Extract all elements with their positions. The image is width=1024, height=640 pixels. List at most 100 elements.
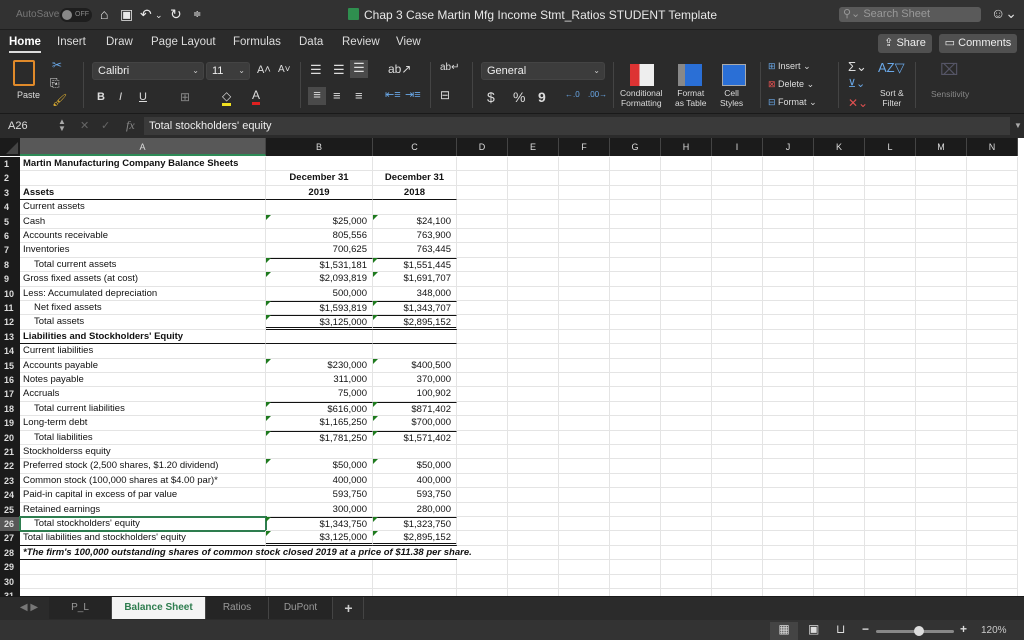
cell-h19[interactable]	[661, 416, 712, 431]
cell-g27[interactable]	[610, 531, 661, 546]
cell-g12[interactable]	[610, 315, 661, 330]
cell-l15[interactable]	[865, 358, 916, 373]
cell-l29[interactable]	[865, 560, 916, 575]
cell-b24[interactable]: 593,750	[266, 488, 373, 503]
cell-e26[interactable]	[508, 517, 559, 532]
cell-k5[interactable]	[814, 214, 865, 229]
error-indicator-icon[interactable]	[373, 214, 378, 220]
cell-d9[interactable]	[457, 272, 508, 287]
cell-h12[interactable]	[661, 315, 712, 330]
tab-formulas[interactable]: Formulas	[233, 36, 281, 48]
row-header[interactable]: 22	[0, 459, 20, 474]
cell-c19[interactable]: $700,000	[373, 416, 457, 431]
column-header-j[interactable]: J	[763, 138, 814, 156]
cell-a4[interactable]: Current assets	[20, 200, 266, 215]
cell-f21[interactable]	[559, 445, 610, 460]
cell-c23[interactable]: 400,000	[373, 473, 457, 489]
cell-m29[interactable]	[916, 560, 967, 575]
cell-m6[interactable]	[916, 229, 967, 244]
cell-c21[interactable]	[373, 445, 457, 460]
error-indicator-icon[interactable]	[266, 416, 271, 422]
cell-g24[interactable]	[610, 488, 661, 503]
sheet-tab-p-l[interactable]: P_L	[49, 597, 112, 619]
cell-l21[interactable]	[865, 445, 916, 460]
cell-f25[interactable]	[559, 502, 610, 517]
cell-n28[interactable]	[967, 545, 1018, 561]
row-header[interactable]: 6	[0, 229, 20, 244]
wrap-text-icon[interactable]: ab↵	[440, 62, 460, 73]
cell-l10[interactable]	[865, 286, 916, 301]
cell-a26[interactable]: Total stockholders' equity	[19, 515, 267, 533]
cell-e31[interactable]	[508, 589, 559, 596]
add-sheet-button[interactable]: +	[334, 597, 364, 619]
cell-a29[interactable]	[20, 560, 266, 575]
cell-c31[interactable]	[373, 589, 457, 596]
tab-page-layout[interactable]: Page Layout	[151, 36, 216, 48]
cell-f7[interactable]	[559, 243, 610, 258]
cell-g1[interactable]	[610, 157, 661, 172]
cell-e11[interactable]	[508, 301, 559, 316]
cell-n7[interactable]	[967, 243, 1018, 258]
cell-i8[interactable]	[712, 257, 763, 273]
cell-d7[interactable]	[457, 243, 508, 258]
format-as-table-icon[interactable]	[678, 64, 702, 86]
cell-h24[interactable]	[661, 488, 712, 503]
cell-c29[interactable]	[373, 560, 457, 575]
cell-g28[interactable]	[610, 545, 661, 561]
cell-l7[interactable]	[865, 243, 916, 258]
row-header[interactable]: 25	[0, 502, 20, 517]
row-header[interactable]: 2	[0, 171, 20, 186]
cell-l28[interactable]	[865, 545, 916, 561]
column-header-l[interactable]: L	[865, 138, 916, 156]
cell-h23[interactable]	[661, 473, 712, 489]
cell-l8[interactable]	[865, 257, 916, 273]
cell-j6[interactable]	[763, 229, 814, 244]
cell-f16[interactable]	[559, 373, 610, 388]
cell-n23[interactable]	[967, 473, 1018, 489]
autosave-toggle[interactable]: OFF	[60, 8, 92, 22]
cell-j17[interactable]	[763, 387, 814, 402]
align-right-icon[interactable]: ≡	[355, 88, 363, 103]
cell-k18[interactable]	[814, 401, 865, 417]
cell-d25[interactable]	[457, 502, 508, 517]
cell-b18[interactable]: $616,000	[266, 401, 373, 417]
error-indicator-icon[interactable]	[266, 401, 271, 407]
conditional-formatting-button[interactable]: Conditional Formatting	[620, 88, 663, 108]
sort-filter-button[interactable]: Sort & Filter	[880, 88, 904, 108]
cell-j27[interactable]	[763, 531, 814, 546]
increase-font-icon[interactable]: A˄	[257, 64, 271, 76]
cell-m10[interactable]	[916, 286, 967, 301]
cell-e19[interactable]	[508, 416, 559, 431]
conditional-formatting-icon[interactable]	[630, 64, 654, 86]
cell-b16[interactable]: 311,000	[266, 373, 373, 388]
cell-d31[interactable]	[457, 589, 508, 596]
comments-button[interactable]: ▭ Comments	[939, 34, 1017, 53]
cell-m1[interactable]	[916, 157, 967, 172]
column-header-n[interactable]: N	[967, 138, 1018, 156]
cell-j2[interactable]	[763, 171, 814, 186]
cell-a10[interactable]: Less: Accumulated depreciation	[20, 286, 266, 301]
cell-d8[interactable]	[457, 257, 508, 273]
cell-b13[interactable]	[266, 329, 373, 345]
cell-e10[interactable]	[508, 286, 559, 301]
cell-n20[interactable]	[967, 430, 1018, 445]
row-header[interactable]: 19	[0, 416, 20, 431]
row-header[interactable]: 13	[0, 329, 20, 345]
cell-i1[interactable]	[712, 157, 763, 172]
cell-d24[interactable]	[457, 488, 508, 503]
cell-b15[interactable]: $230,000	[266, 358, 373, 373]
cell-b11[interactable]: $1,593,819	[266, 301, 373, 316]
customize-toolbar-icon[interactable]: ≑	[193, 9, 201, 20]
cell-j19[interactable]	[763, 416, 814, 431]
cell-e4[interactable]	[508, 200, 559, 215]
zoom-slider[interactable]	[876, 626, 954, 636]
cell-m26[interactable]	[916, 517, 967, 532]
cell-b31[interactable]	[266, 589, 373, 596]
name-box-stepper-icon[interactable]: ▲ ▼	[58, 118, 66, 133]
cell-d5[interactable]	[457, 214, 508, 229]
cell-n8[interactable]	[967, 257, 1018, 273]
cell-l4[interactable]	[865, 200, 916, 215]
cell-l2[interactable]	[865, 171, 916, 186]
cell-a19[interactable]: Long-term debt	[20, 416, 266, 431]
sheet-tab-ratios[interactable]: Ratios	[206, 597, 269, 619]
